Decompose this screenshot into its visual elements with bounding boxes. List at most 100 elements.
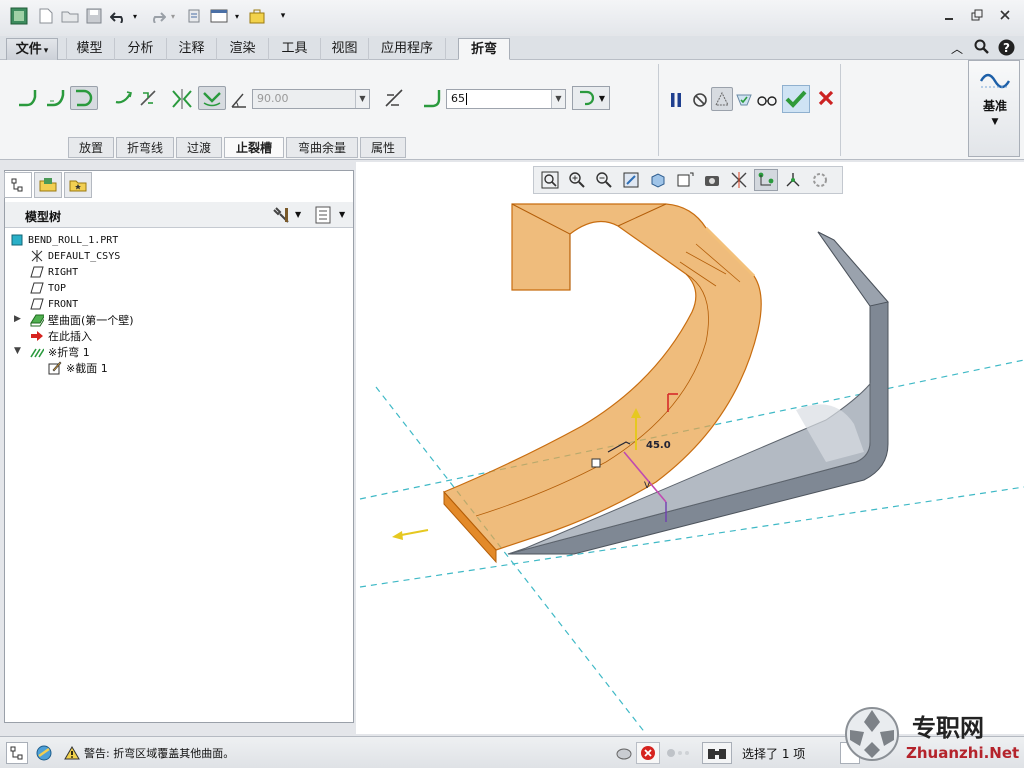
bend-radius-input[interactable]: 65 ▼ [446,89,566,109]
subtab-relief[interactable]: 止裂槽 [224,137,284,158]
graphics-window[interactable]: 45.0 V [356,162,1024,735]
tab-applications[interactable]: 应用程序 [368,38,446,60]
selection-filter-icon[interactable] [702,742,732,764]
redo-icon[interactable] [146,6,168,26]
tree-item-part[interactable]: BEND_ROLL_1.PRT [10,232,118,248]
progress-dots [666,742,696,764]
subtab-transition[interactable]: 过渡 [176,137,222,158]
repaint-icon[interactable] [619,169,643,191]
tab-bend[interactable]: 折弯 [458,38,510,60]
tab-annotate[interactable]: 注释 [166,38,216,60]
tab-render[interactable]: 渲染 [216,38,268,60]
view-manager-icon[interactable] [700,169,724,191]
text-cursor [466,93,467,105]
flip-angle-icon[interactable] [382,86,406,110]
svg-text:?: ? [1003,41,1010,55]
tab-model[interactable]: 模型 [66,38,112,60]
tree-item-csys[interactable]: DEFAULT_CSYS [30,248,120,264]
subtab-bend-allowance[interactable]: 弯曲余量 [286,137,358,158]
stop-icon[interactable] [636,742,660,764]
regenerate-icon[interactable] [184,6,204,26]
selection-count: 选择了 1 项 [742,746,806,761]
collapse-icon[interactable]: ▼ [14,346,21,356]
bend-direction-icon[interactable] [112,86,136,110]
windows-dropdown-icon[interactable]: ▾ [232,6,242,26]
model-viewport[interactable]: 45.0 V [356,162,1024,735]
spin-center-icon[interactable] [781,169,805,191]
subtab-placement[interactable]: 放置 [68,137,114,158]
tree-item-section[interactable]: ※截面 1 [48,360,108,376]
tree-item-bend[interactable]: ※折弯 1 [30,344,90,360]
radius-icon [420,86,444,110]
tree-item-right-plane[interactable]: RIGHT [30,264,78,280]
undo-icon[interactable] [108,6,130,26]
model-tree-tab-icon[interactable] [4,172,32,198]
bend-roll-type-icon[interactable] [44,86,68,110]
subtab-properties[interactable]: 属性 [360,137,406,158]
datum-button[interactable]: 基准 ▼ [968,60,1020,157]
sketch-icon [48,361,62,375]
tree-item-wall[interactable]: 壁曲面(第一个壁) [30,312,134,328]
separate-preview-icon[interactable] [711,87,733,111]
favorites-tab-icon[interactable] [64,172,92,198]
chevron-down-icon[interactable]: ▼ [295,210,301,219]
radius-side-selector[interactable]: ▼ [572,86,610,110]
datum-plane-icon [30,265,44,279]
datum-display-icon[interactable] [727,169,751,191]
warning-icon [64,746,80,760]
zoom-out-icon[interactable] [592,169,616,191]
appearance-icon[interactable] [808,169,832,191]
watermark-logo: 专职网 Zhuanzhi.Net [845,707,1019,762]
chevron-down-icon[interactable]: ▼ [339,210,345,219]
refit-icon[interactable] [538,169,562,191]
pause-icon[interactable] [666,88,686,112]
minimize-button[interactable] [938,6,960,24]
search-icon[interactable] [974,39,992,57]
close-window-icon[interactable] [246,6,268,26]
annotation-display-icon[interactable] [754,169,778,191]
tab-file[interactable]: 文件 ▾ [6,38,58,60]
bend-full-roll-icon[interactable] [70,86,98,110]
expand-icon[interactable]: ▶ [14,314,21,324]
dimension-label[interactable]: 45.0 [646,440,671,451]
subtab-bend-line[interactable]: 折弯线 [116,137,174,158]
toggle-browser-icon[interactable] [32,742,56,764]
redo-dropdown-icon[interactable]: ▾ [168,6,178,26]
help-icon[interactable]: ? [998,39,1016,57]
windows-icon[interactable] [208,6,230,26]
open-file-icon[interactable] [60,6,80,26]
tab-view[interactable]: 视图 [320,38,368,60]
restore-button[interactable] [966,6,988,24]
tab-tools[interactable]: 工具 [268,38,320,60]
bend-line-icon[interactable] [170,86,194,110]
tree-item-top-plane[interactable]: TOP [30,280,66,296]
save-icon[interactable] [84,6,104,26]
tree-item-insert-here[interactable]: 在此插入 [30,328,92,344]
glasses-icon[interactable] [756,88,778,112]
drag-handle-square[interactable] [591,458,601,468]
tree-settings-icon[interactable] [273,206,293,224]
accept-button[interactable] [782,85,810,113]
show-options-icon[interactable] [315,206,333,224]
no-preview-icon[interactable] [690,88,710,112]
new-file-icon[interactable] [36,6,56,26]
customize-toolbar-icon[interactable]: ▾ [276,6,290,26]
zoom-in-icon[interactable] [565,169,589,191]
toggle-navigator-icon[interactable] [6,742,28,764]
tree-item-front-plane[interactable]: FRONT [30,296,78,312]
cancel-button[interactable] [814,86,838,110]
flip-material-icon[interactable] [136,86,160,110]
bend-feature-icon [30,345,44,359]
verify-preview-icon[interactable] [734,88,754,112]
undo-dropdown-icon[interactable]: ▾ [130,6,140,26]
regen-manager-icon[interactable] [612,742,636,764]
display-style-icon[interactable] [646,169,670,191]
minimize-ribbon-icon[interactable]: ︿ [948,40,966,56]
bend-fixed-side-icon[interactable] [198,86,226,110]
folder-browser-tab-icon[interactable] [34,172,62,198]
tab-analysis[interactable]: 分析 [114,38,166,60]
chevron-down-icon[interactable]: ▼ [551,90,565,108]
close-button[interactable] [994,6,1016,24]
bend-angle-type-icon[interactable] [16,86,40,110]
saved-views-icon[interactable] [673,169,697,191]
